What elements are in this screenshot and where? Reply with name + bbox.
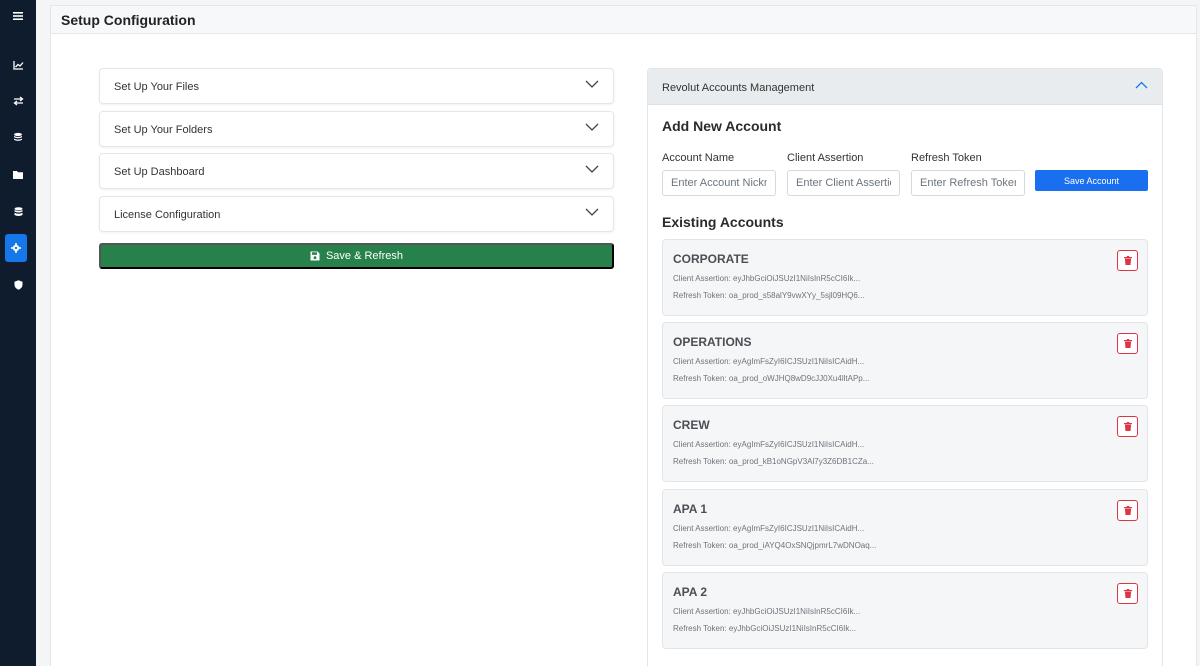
chevron-down-icon: [585, 123, 599, 131]
refresh-token-label: Refresh Token: [911, 152, 982, 164]
save-refresh-label: Save & Refresh: [325, 250, 404, 262]
account-name-input[interactable]: [662, 170, 776, 196]
account-client-assertion: Client Assertion: eyJhbGciOiJSUzI1NiIsIn…: [673, 274, 861, 283]
accordion-label: Set Up Your Files: [114, 81, 199, 93]
accordion-folders[interactable]: Set Up Your Folders: [99, 111, 614, 147]
account-client-assertion: Client Assertion: eyAgImFsZyI6ICJSUzI1Ni…: [673, 524, 865, 533]
trash-icon: [1123, 589, 1132, 598]
trash-icon: [1123, 422, 1132, 431]
sidebar-item-database[interactable]: [6, 200, 30, 224]
sidebar-item-transfers[interactable]: [6, 89, 30, 113]
chevron-down-icon: [585, 208, 599, 216]
account-name: CORPORATE: [673, 252, 749, 266]
save-icon: [310, 251, 320, 261]
page-title: Setup Configuration: [61, 12, 196, 28]
account-refresh-token: Refresh Token: oa_prod_oWJHQ8wD9cJJ0Xu4l…: [673, 374, 870, 383]
account-card-apa-2: APA 2 Client Assertion: eyJhbGciOiJSUzI1…: [662, 572, 1148, 649]
account-name: OPERATIONS: [673, 335, 752, 349]
chevron-down-icon: [585, 165, 599, 173]
account-client-assertion: Client Assertion: eyAgImFsZyI6ICJSUzI1Ni…: [673, 357, 865, 366]
existing-accounts-title: Existing Accounts: [662, 214, 784, 230]
refresh-token-input[interactable]: [911, 170, 1025, 196]
account-card-crew: CREW Client Assertion: eyAgImFsZyI6ICJSU…: [662, 405, 1148, 482]
delete-account-button[interactable]: [1117, 500, 1138, 521]
menu-icon: [13, 12, 23, 20]
accordion-files[interactable]: Set Up Your Files: [99, 68, 614, 104]
account-card-apa-1: APA 1 Client Assertion: eyAgImFsZyI6ICJS…: [662, 489, 1148, 566]
trash-icon: [1123, 506, 1132, 515]
save-refresh-button[interactable]: Save & Refresh: [99, 243, 614, 269]
client-assertion-input[interactable]: [787, 170, 900, 196]
sidebar-item-folders[interactable]: [6, 162, 30, 186]
database-icon: [14, 207, 22, 216]
exchange-icon: [12, 96, 24, 106]
account-name: APA 2: [673, 585, 708, 599]
card-title: Revolut Accounts Management: [662, 82, 815, 94]
account-refresh-token: Refresh Token: oa_prod_iAYQ4OxSNQjpmrL7w…: [673, 541, 877, 550]
chart-line-icon: [12, 61, 23, 70]
sidebar-item-analytics[interactable]: [6, 53, 30, 77]
account-name-label: Account Name: [662, 152, 735, 164]
gear-icon: [11, 243, 21, 253]
shield-icon: [14, 280, 22, 290]
sidebar-item-finance[interactable]: [6, 125, 30, 149]
revolut-accounts-card: Revolut Accounts Management Add New Acco…: [647, 68, 1163, 666]
accordion-license[interactable]: License Configuration: [99, 196, 614, 232]
trash-icon: [1123, 339, 1132, 348]
save-account-button[interactable]: Save Account: [1035, 170, 1148, 191]
account-refresh-token: Refresh Token: oa_prod_s58alY9vwXYy_5sjl…: [673, 291, 865, 300]
accordion-dashboard[interactable]: Set Up Dashboard: [99, 153, 614, 189]
accordion-label: Set Up Your Folders: [114, 124, 213, 136]
chevron-down-icon: [585, 80, 599, 88]
account-card-corporate: CORPORATE Client Assertion: eyJhbGciOiJS…: [662, 239, 1148, 316]
account-refresh-token: Refresh Token: oa_prod_kB1oNGpV3Al7y3Z6D…: [673, 457, 874, 466]
menu-toggle-button[interactable]: [6, 4, 30, 28]
account-client-assertion: Client Assertion: eyAgImFsZyI6ICJSUzI1Ni…: [673, 440, 865, 449]
card-header[interactable]: Revolut Accounts Management: [648, 69, 1162, 105]
delete-account-button[interactable]: [1117, 416, 1138, 437]
client-assertion-label: Client Assertion: [787, 152, 864, 164]
account-client-assertion: Client Assertion: eyJhbGciOiJSUzI1NiIsIn…: [673, 607, 861, 616]
chevron-up-icon[interactable]: [1135, 81, 1148, 89]
accordion-label: License Configuration: [114, 209, 221, 221]
account-name: CREW: [673, 418, 710, 432]
account-name: APA 1: [673, 502, 708, 516]
add-account-title: Add New Account: [662, 118, 782, 134]
accordion-label: Set Up Dashboard: [114, 166, 205, 178]
page-header: Setup Configuration: [51, 6, 1196, 34]
main-panel: Setup Configuration Set Up Your Files Se…: [50, 5, 1197, 666]
coins-icon: [14, 132, 22, 141]
sidebar-item-security[interactable]: [6, 273, 30, 297]
delete-account-button[interactable]: [1117, 583, 1138, 604]
account-card-operations: OPERATIONS Client Assertion: eyAgImFsZyI…: [662, 322, 1148, 399]
sidebar: [0, 0, 36, 666]
sidebar-item-settings[interactable]: [5, 234, 27, 262]
delete-account-button[interactable]: [1117, 333, 1138, 354]
folder-icon: [13, 170, 23, 179]
delete-account-button[interactable]: [1117, 250, 1138, 271]
trash-icon: [1123, 256, 1132, 265]
account-refresh-token: Refresh Token: eyJhbGciOiJSUzI1NiIsInR5c…: [673, 624, 857, 633]
